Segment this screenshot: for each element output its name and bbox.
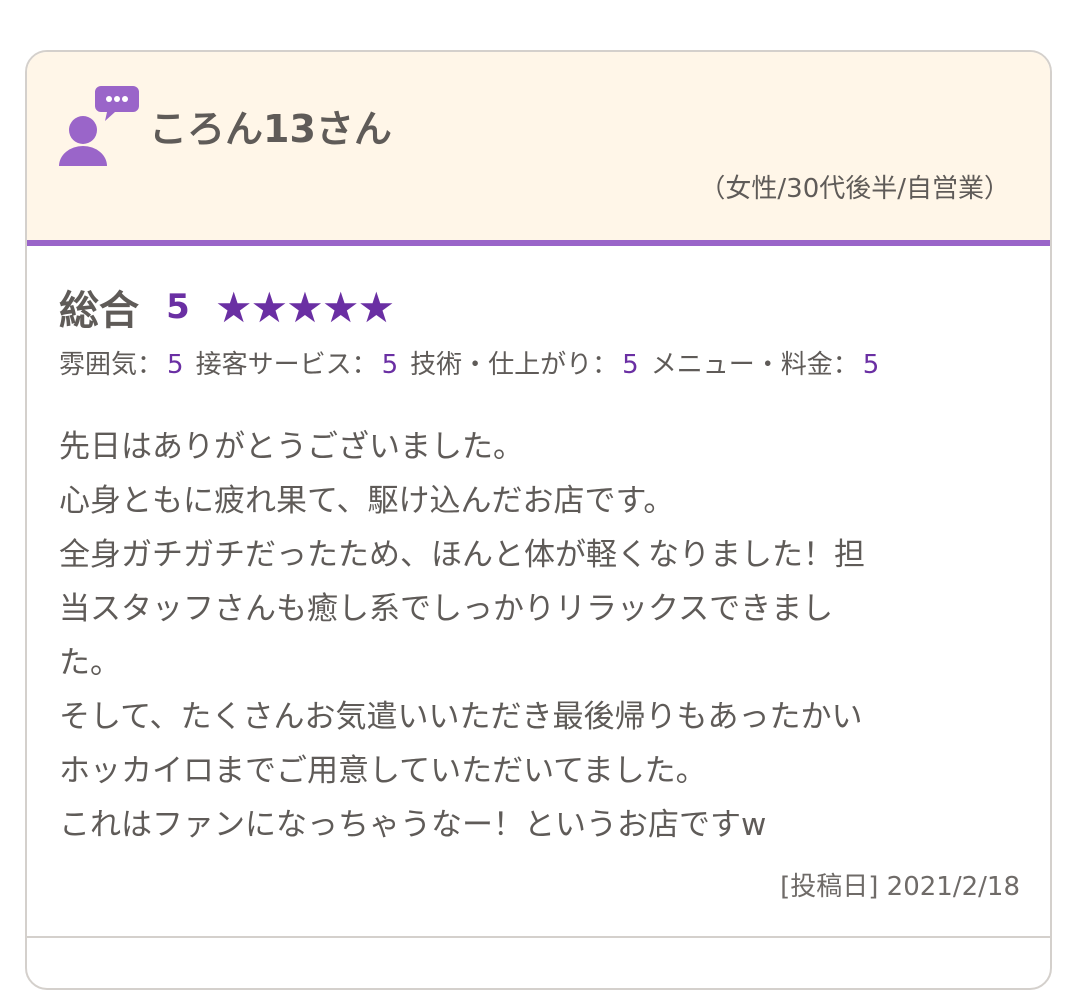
review-text-line: 心身ともに疲れ果て、駆け込んだお店です。 [59, 483, 675, 519]
review-text-line: 当スタッフさんも癒し系でしっかりリラックスできまし [59, 591, 834, 627]
sub-rating-value: 5 [167, 350, 184, 380]
sub-rating-label: 雰囲気： [59, 350, 164, 380]
review-text-line: 先日はありがとうございました。 [59, 429, 524, 465]
sub-rating-label: 技術・仕上がり： [410, 350, 619, 380]
review-body: 先日はありがとうございました。心身ともに疲れ果て、駆け込んだお店です。全身ガチガ… [59, 420, 1009, 852]
sub-rating-value: 5 [862, 350, 880, 380]
review-text-line: そして、たくさんお気遣いいただき最後帰りもあったかい [59, 699, 863, 735]
star-icon: ★ [357, 282, 395, 332]
sub-rating-item: メニュー・料金： 5 [651, 350, 880, 380]
sub-rating-label: 接客サービス： [195, 350, 378, 380]
review-text-line: た。 [59, 645, 121, 681]
sub-rating-item: 雰囲気： 5 [59, 350, 184, 380]
posted-date: [投稿日] 2021/2/18 [780, 866, 1020, 903]
star-icon: ★ [214, 282, 253, 332]
sub-rating-label: メニュー・料金： [650, 350, 859, 380]
user-speech-bubble-icon [59, 86, 139, 166]
overall-label: 総合 [59, 288, 139, 334]
posted-date-value: 2021/2/18 [886, 872, 1020, 902]
star-rating: ★★★★★ [214, 282, 395, 332]
sub-rating-value: 5 [622, 350, 639, 380]
review-card: ころん13さん （女性/30代後半/自営業） 総合 5 ★★★★★ 雰囲気： 5 接… [25, 50, 1052, 990]
sub-rating-value: 5 [381, 350, 399, 380]
overall-score: 5 [166, 287, 190, 327]
sub-rating-item: 技術・仕上がり： 5 [410, 350, 639, 380]
reviewer-name: ころん13さん [149, 107, 392, 151]
divider [27, 936, 1050, 938]
sub-rating-item: 接客サービス： 5 [196, 350, 399, 380]
review-header: ころん13さん （女性/30代後半/自営業） [27, 52, 1050, 246]
star-icon: ★ [250, 282, 289, 332]
overall-rating: 総合 5 ★★★★★ [59, 278, 395, 338]
star-icon: ★ [286, 282, 324, 332]
reviewer-profile: （女性/30代後半/自営業） [699, 174, 1010, 204]
sub-ratings: 雰囲気： 5 接客サービス： 5 技術・仕上がり： 5 メニュー・料金： 5 [59, 344, 891, 381]
review-text-line: ホッカイロまでご用意していただいてました。 [59, 753, 707, 789]
review-text-line: これはファンになっちゃうなー！というお店ですw [59, 807, 767, 843]
star-icon: ★ [321, 282, 360, 332]
review-text-line: 全身ガチガチだったため、ほんと体が軽くなりました！担 [59, 537, 865, 573]
posted-label: [投稿日] [780, 872, 879, 902]
